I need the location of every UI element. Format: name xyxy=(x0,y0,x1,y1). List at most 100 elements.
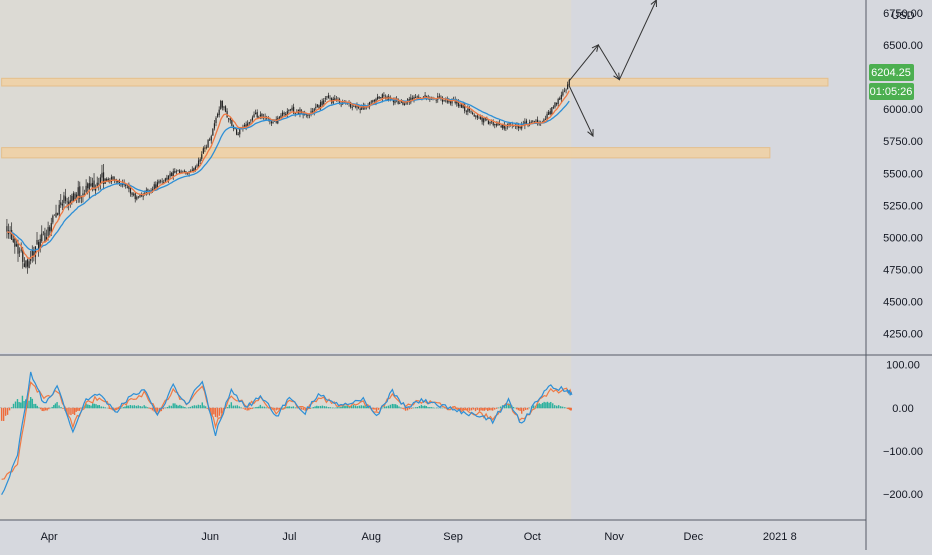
candle-body xyxy=(55,212,57,218)
candle-body xyxy=(164,178,166,182)
candle-body xyxy=(218,109,220,115)
candle-body xyxy=(535,120,537,122)
histogram-bar xyxy=(244,407,246,410)
candle-body xyxy=(221,100,223,108)
candle-body xyxy=(472,112,474,115)
histogram-bar xyxy=(234,405,236,409)
candle-body xyxy=(74,193,76,200)
histogram-bar xyxy=(483,407,486,411)
histogram-bar xyxy=(327,407,330,409)
candle-body xyxy=(12,239,14,242)
histogram-bar xyxy=(559,406,562,409)
histogram-bar xyxy=(137,405,139,409)
date-axis-tick: Sep xyxy=(443,531,463,543)
candle-body xyxy=(136,196,138,200)
histogram-bar xyxy=(36,405,38,409)
histogram-bar xyxy=(396,405,399,409)
oscillator-axis-tick: 100.00 xyxy=(886,360,920,372)
histogram-bar xyxy=(316,405,318,409)
histogram-bar xyxy=(184,407,186,409)
candle-body xyxy=(416,96,418,98)
candle-body xyxy=(549,111,551,115)
histogram-bar xyxy=(78,407,81,411)
histogram-bar xyxy=(495,407,498,409)
price-axis-tick: 4250.00 xyxy=(883,329,923,341)
candle-body xyxy=(280,115,282,118)
candle-body xyxy=(15,244,18,247)
candle-body xyxy=(49,227,51,232)
histogram-bar xyxy=(56,402,58,409)
candle-body xyxy=(351,106,353,108)
candle-body xyxy=(316,104,318,107)
candle-body xyxy=(174,171,176,173)
date-axis-tick: Aug xyxy=(361,531,381,543)
histogram-bar xyxy=(336,407,339,409)
histogram-bar xyxy=(31,398,34,409)
candle-body xyxy=(236,129,238,135)
date-axis-tick: 8 xyxy=(791,531,797,543)
candle-body xyxy=(239,129,241,135)
histogram-bar xyxy=(54,403,57,409)
histogram-bar xyxy=(265,407,267,409)
histogram-bar xyxy=(73,407,76,415)
date-axis-tick: Apr xyxy=(41,531,58,543)
histogram-bar xyxy=(487,407,489,411)
histogram-bar xyxy=(156,407,159,412)
chart-svg[interactable]: USD 4250.004500.004750.005000.005250.005… xyxy=(0,0,932,550)
candle-body xyxy=(139,194,141,197)
histogram-bar xyxy=(519,407,521,411)
histogram-bar xyxy=(354,405,357,409)
histogram-bar xyxy=(143,405,145,409)
candle-body xyxy=(359,108,361,110)
histogram-bar xyxy=(230,402,233,409)
candle-body xyxy=(223,106,225,108)
candle-body xyxy=(28,261,30,269)
histogram-bar xyxy=(242,407,244,409)
candle-body xyxy=(44,232,46,243)
candle-body xyxy=(85,185,87,193)
histogram-bar xyxy=(96,405,99,409)
candle-body xyxy=(557,99,559,104)
histogram-bar xyxy=(485,407,487,410)
candle-body xyxy=(255,112,257,115)
histogram-bar xyxy=(292,406,295,409)
candle-body xyxy=(17,243,19,254)
histogram-bar xyxy=(133,405,135,409)
history-shade xyxy=(0,0,572,353)
candle-body xyxy=(199,159,201,162)
candle-body xyxy=(563,90,566,92)
candle-body xyxy=(169,173,171,177)
histogram-bar xyxy=(523,407,525,412)
candle-body xyxy=(76,194,78,197)
candle-body xyxy=(465,111,467,113)
candle-body xyxy=(413,97,415,100)
histogram-bar xyxy=(135,405,137,409)
histogram-bar xyxy=(453,407,455,409)
candle-body xyxy=(459,104,461,106)
candle-body xyxy=(478,117,480,119)
candle-body xyxy=(175,171,178,173)
histogram-bar xyxy=(41,407,43,412)
histogram-bar xyxy=(16,399,19,409)
histogram-bar xyxy=(248,407,250,411)
histogram-bar xyxy=(472,407,475,410)
histogram-bar xyxy=(317,406,320,409)
histogram-bar xyxy=(476,407,479,410)
oscillator-history-shade xyxy=(0,356,572,520)
histogram-bar xyxy=(182,406,184,409)
histogram-bar xyxy=(294,407,297,409)
histogram-bar xyxy=(236,405,238,409)
candle-body xyxy=(253,114,255,118)
histogram-bar xyxy=(121,407,123,409)
candle-body xyxy=(489,121,491,124)
chart-canvas[interactable]: USD 4250.00 4500.00 4750.00 5000.00 5250.00 5… xyxy=(0,0,932,550)
oscillator-axis-tick: 0.00 xyxy=(892,403,913,415)
date-axis-tick: 2021 xyxy=(763,531,787,543)
histogram-bar xyxy=(437,407,440,409)
histogram-bar xyxy=(238,406,240,409)
candle-body xyxy=(231,119,233,126)
candle-body xyxy=(324,98,326,100)
candle-body xyxy=(435,99,437,101)
histogram-bar xyxy=(93,403,96,409)
candle-body xyxy=(250,120,252,122)
